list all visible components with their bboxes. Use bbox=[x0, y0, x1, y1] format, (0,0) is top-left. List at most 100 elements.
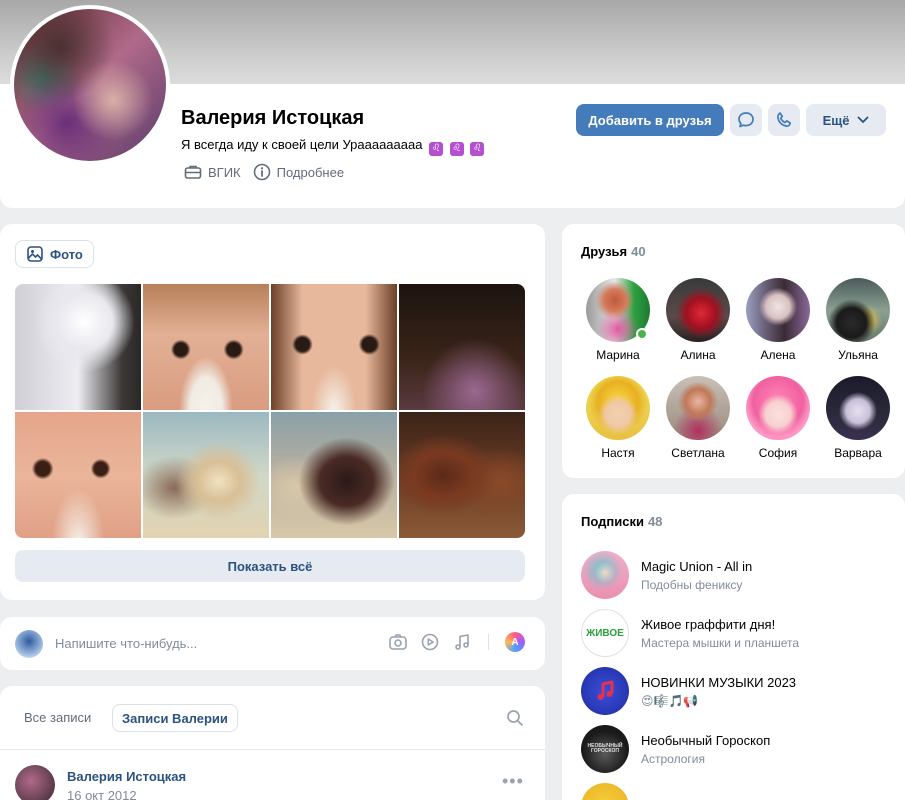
friend-name: Марина bbox=[596, 348, 640, 362]
education-label: ВГИК bbox=[208, 164, 241, 180]
subscriptions-count: 48 bbox=[647, 514, 663, 529]
post-author-name[interactable]: Валерия Истоцкая bbox=[67, 769, 186, 784]
post-date[interactable]: 16 окт 2012 bbox=[67, 788, 137, 800]
subscription-desc: Подобны фениксу bbox=[641, 577, 743, 592]
subscription-logo-text: ЖИВОЕ bbox=[586, 627, 624, 639]
ai-assistant-icon[interactable]: A bbox=[505, 632, 525, 652]
post-author-avatar[interactable] bbox=[15, 765, 55, 800]
friend-name: Светлана bbox=[671, 446, 725, 460]
image-icon bbox=[27, 246, 43, 262]
briefcase-icon bbox=[184, 165, 202, 179]
friends-title[interactable]: Друзья 40 bbox=[581, 244, 646, 259]
search-icon[interactable] bbox=[506, 709, 524, 727]
friend-item[interactable]: Варвара bbox=[818, 376, 898, 460]
wall-card: Все записи Записи Валерии Валерия Истоцк… bbox=[0, 686, 545, 800]
subscription-item[interactable]: НОВИНКИ МУЗЫКИ 2023 😍🎼🎵📢 bbox=[581, 662, 901, 720]
message-button[interactable] bbox=[730, 104, 762, 136]
subscriptions-title[interactable]: Подписки 48 bbox=[581, 514, 662, 529]
photo-thumbnail[interactable] bbox=[15, 412, 141, 538]
info-icon bbox=[253, 163, 270, 181]
subscription-avatar bbox=[581, 667, 629, 715]
friend-name: Настя bbox=[601, 446, 635, 460]
composer-input[interactable]: Напишите что-нибудь... bbox=[55, 636, 197, 651]
post-more-icon[interactable]: ••• bbox=[502, 771, 524, 792]
details-link[interactable]: Подробнее bbox=[253, 163, 344, 181]
photos-tab[interactable]: Фото bbox=[15, 240, 94, 268]
camera-icon[interactable] bbox=[388, 632, 408, 652]
tab-all-posts[interactable]: Все записи bbox=[24, 710, 91, 725]
photo-thumbnail[interactable] bbox=[143, 284, 269, 410]
tab-own-posts[interactable]: Записи Валерии bbox=[112, 704, 238, 732]
subscription-item[interactable]: НЕОБЫЧНЫЙ ГОРОСКОП Необычный Гороскоп Аст… bbox=[581, 720, 901, 778]
friend-item[interactable]: Алина bbox=[658, 278, 738, 362]
friend-item[interactable]: Светлана bbox=[658, 376, 738, 460]
subscription-item[interactable]: ЖИВОЕ Живое граффити дня! Мастера мышки и… bbox=[581, 604, 901, 662]
friend-item[interactable]: Ульяна bbox=[818, 278, 898, 362]
more-button[interactable]: Ещё bbox=[806, 104, 886, 136]
friends-count: 40 bbox=[631, 244, 646, 259]
subscription-avatar: НЕОБЫЧНЫЙ ГОРОСКОП bbox=[581, 725, 629, 773]
photo-thumbnail[interactable] bbox=[15, 284, 141, 410]
friends-title-label: Друзья bbox=[581, 244, 628, 259]
details-label: Подробнее bbox=[276, 164, 345, 180]
friend-avatar bbox=[746, 376, 810, 440]
subscriptions-title-label: Подписки bbox=[581, 514, 644, 529]
leo-emoji-icon: ♌ bbox=[470, 142, 485, 156]
post-composer: Напишите что-нибудь... A bbox=[0, 617, 545, 670]
music-icon[interactable] bbox=[452, 632, 472, 652]
friend-avatar bbox=[586, 278, 650, 342]
photos-tab-label: Фото bbox=[50, 246, 83, 262]
subscription-title: Magic Union - All in bbox=[641, 558, 753, 574]
subscription-item[interactable] bbox=[581, 778, 901, 800]
friend-item[interactable]: Марина bbox=[578, 278, 658, 362]
subscription-title: Живое граффити дня! bbox=[641, 616, 776, 632]
phone-icon bbox=[777, 112, 792, 127]
photo-thumbnail[interactable] bbox=[399, 412, 525, 538]
subscription-desc: Астрология bbox=[641, 751, 705, 766]
subscription-avatar: ЖИВОЕ bbox=[581, 609, 629, 657]
education-item[interactable]: ВГИК bbox=[184, 164, 241, 180]
wall-divider bbox=[0, 749, 545, 750]
chevron-down-icon bbox=[858, 116, 869, 123]
subscription-avatar bbox=[581, 551, 629, 599]
subscription-title: Необычный Гороскоп bbox=[641, 732, 771, 748]
friend-avatar bbox=[666, 376, 730, 440]
profile-info-row: ВГИК Подробнее bbox=[184, 163, 344, 181]
profile-status: Я всегда иду к своей цели Урааааааааа ♌ … bbox=[181, 137, 485, 156]
music-note-icon bbox=[597, 680, 614, 700]
photo-grid bbox=[15, 284, 525, 538]
more-label: Ещё bbox=[822, 112, 850, 128]
profile-avatar[interactable] bbox=[10, 5, 170, 165]
friend-item[interactable]: Настя bbox=[578, 376, 658, 460]
photo-thumbnail[interactable] bbox=[271, 412, 397, 538]
photos-card: Фото Показать всё bbox=[0, 224, 545, 600]
subscriptions-card: Подписки 48 Magic Union - All in Подобны ф… bbox=[562, 494, 905, 800]
friend-name: Алена bbox=[760, 348, 796, 362]
profile-name: Валерия Истоцкая bbox=[181, 107, 365, 129]
friend-avatar bbox=[826, 376, 890, 440]
friend-item[interactable]: София bbox=[738, 376, 818, 460]
subscription-title: НОВИНКИ МУЗЫКИ 2023 bbox=[641, 674, 797, 690]
friend-name: Ульяна bbox=[838, 348, 878, 362]
friend-avatar bbox=[826, 278, 890, 342]
friend-item[interactable]: Алена bbox=[738, 278, 818, 362]
show-all-photos-button[interactable]: Показать всё bbox=[15, 550, 525, 582]
subscription-desc: Мастера мышки и планшета bbox=[641, 635, 800, 650]
friends-card: Друзья 40 Марина Алина Алена Ульяна Настя… bbox=[562, 224, 905, 478]
composer-avatar bbox=[15, 630, 43, 658]
call-button[interactable] bbox=[768, 104, 800, 136]
friends-grid: Марина Алина Алена Ульяна Настя Светлана… bbox=[578, 278, 898, 460]
video-icon[interactable] bbox=[420, 632, 440, 652]
friend-avatar bbox=[666, 278, 730, 342]
chat-bubble-icon bbox=[738, 112, 754, 128]
photo-thumbnail[interactable] bbox=[271, 284, 397, 410]
leo-emoji-icon: ♌ bbox=[429, 142, 444, 156]
add-friend-button[interactable]: Добавить в друзья bbox=[576, 104, 724, 136]
photo-thumbnail[interactable] bbox=[143, 412, 269, 538]
friend-name: Варвара bbox=[834, 446, 882, 460]
online-indicator bbox=[636, 328, 648, 340]
status-text: Я всегда иду к своей цели Урааааааааа bbox=[181, 137, 423, 152]
leo-emoji-icon: ♌ bbox=[449, 142, 464, 156]
photo-thumbnail[interactable] bbox=[399, 284, 525, 410]
subscription-item[interactable]: Magic Union - All in Подобны фениксу bbox=[581, 546, 901, 604]
